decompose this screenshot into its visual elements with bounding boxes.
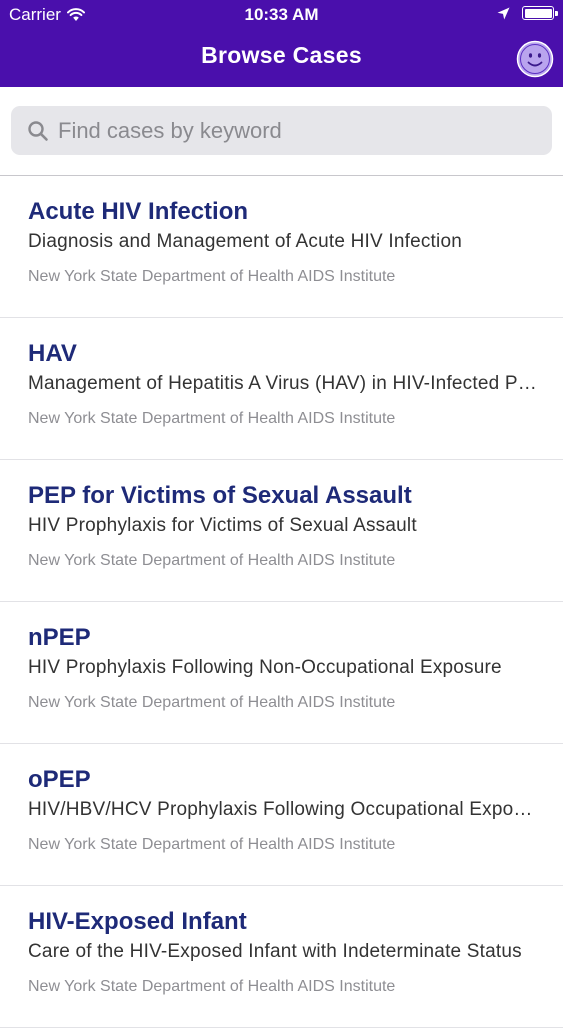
case-list-item[interactable]: HIV-Exposed Infant Care of the HIV-Expos… — [0, 886, 563, 1028]
smiley-face-icon — [516, 40, 554, 78]
battery-level — [524, 8, 552, 18]
case-subtitle: Management of Hepatitis A Virus (HAV) in… — [28, 373, 540, 394]
case-list-item[interactable]: nPEP HIV Prophylaxis Following Non-Occup… — [0, 602, 563, 744]
case-title: oPEP — [28, 766, 91, 793]
case-list-item[interactable]: oPEP HIV/HBV/HCV Prophylaxis Following O… — [0, 744, 563, 886]
case-list: Acute HIV Infection Diagnosis and Manage… — [0, 176, 563, 1028]
case-subtitle: Diagnosis and Management of Acute HIV In… — [28, 231, 462, 252]
search-input[interactable] — [56, 116, 540, 145]
case-source: New York State Department of Health AIDS… — [28, 978, 396, 995]
search-bar — [0, 87, 563, 176]
case-list-item[interactable]: Acute HIV Infection Diagnosis and Manage… — [0, 176, 563, 318]
case-source: New York State Department of Health AIDS… — [28, 268, 396, 285]
case-source: New York State Department of Health AIDS… — [28, 552, 396, 569]
case-title: nPEP — [28, 624, 91, 651]
location-arrow-icon — [497, 7, 510, 19]
battery-nub — [554, 10, 558, 16]
clock: 10:33 AM — [244, 5, 319, 24]
case-source: New York State Department of Health AIDS… — [28, 694, 396, 711]
case-title: Acute HIV Infection — [28, 198, 249, 225]
case-list-item[interactable]: PEP for Victims of Sexual Assault HIV Pr… — [0, 460, 563, 602]
case-title: HIV-Exposed Infant — [28, 908, 247, 935]
search-icon — [28, 120, 48, 141]
page-title: Browse Cases — [201, 42, 362, 68]
case-subtitle: HIV/HBV/HCV Prophylaxis Following Occupa… — [28, 799, 540, 820]
case-list-item[interactable]: HAV Management of Hepatitis A Virus (HAV… — [0, 318, 563, 460]
case-source: New York State Department of Health AIDS… — [28, 836, 396, 853]
profile-avatar-button[interactable] — [516, 40, 554, 78]
nav-header: Carrier 10:33 AM Browse Cases — [0, 0, 563, 87]
case-source: New York State Department of Health AIDS… — [28, 410, 396, 427]
case-subtitle: HIV Prophylaxis for Victims of Sexual As… — [28, 515, 417, 536]
search-field[interactable] — [11, 106, 552, 155]
case-subtitle: HIV Prophylaxis Following Non-Occupation… — [28, 657, 502, 678]
case-title: PEP for Victims of Sexual Assault — [28, 482, 412, 509]
case-subtitle: Care of the HIV-Exposed Infant with Inde… — [28, 941, 522, 962]
battery-icon — [522, 6, 558, 20]
status-right-group — [497, 6, 558, 20]
case-title: HAV — [28, 340, 77, 367]
status-bar: Carrier 10:33 AM — [0, 0, 563, 30]
